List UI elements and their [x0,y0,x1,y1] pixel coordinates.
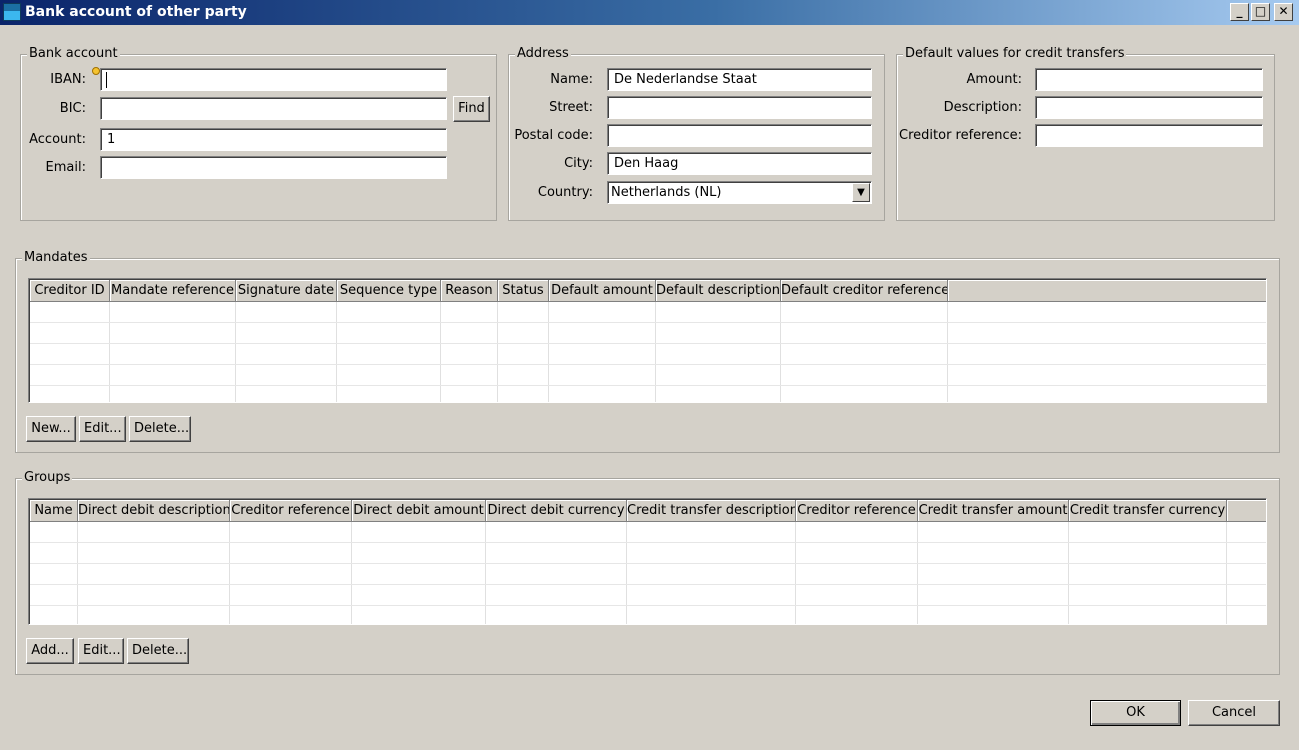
column-header[interactable]: Signature date [236,280,337,302]
table-row[interactable] [30,344,1266,365]
ok-button[interactable]: OK [1090,700,1181,726]
iban-input[interactable] [100,68,447,91]
creditor-reference-label: Creditor reference: [899,128,1022,143]
table-row[interactable] [30,564,1266,585]
bic-label: BIC: [59,101,86,116]
column-header[interactable]: Reason [441,280,498,302]
amount-label: Amount: [966,72,1022,87]
street-label: Street: [549,100,593,115]
column-header[interactable]: Credit transfer description [627,500,796,522]
country-select[interactable]: Netherlands (NL) ▼ [607,181,872,204]
table-row[interactable] [30,386,1266,402]
column-header[interactable]: Direct debit description [78,500,230,522]
chevron-down-icon[interactable]: ▼ [852,183,870,202]
table-row[interactable] [30,522,1266,543]
column-header[interactable]: Default creditor reference [781,280,948,302]
postal-code-label: Postal code: [514,128,593,143]
address-legend: Address [515,46,571,62]
close-button[interactable]: ✕ [1274,3,1293,21]
default-values-legend: Default values for credit transfers [903,46,1127,62]
groups-table[interactable]: Name Direct debit description Creditor r… [28,498,1267,625]
name-input[interactable]: De Nederlandse Staat [607,68,872,91]
column-header[interactable]: Default amount [549,280,656,302]
street-input[interactable] [607,96,872,119]
edit-mandate-button[interactable]: Edit... [79,416,126,442]
warning-icon [92,67,100,75]
delete-group-button[interactable]: Delete... [127,638,189,664]
new-mandate-button[interactable]: New... [26,416,76,442]
column-header[interactable]: Name [30,500,78,522]
column-header[interactable]: Direct debit amount [352,500,486,522]
city-label: City: [564,156,593,171]
email-input[interactable] [100,156,447,179]
window-title: Bank account of other party [25,4,247,20]
add-group-button[interactable]: Add... [26,638,74,664]
table-row[interactable] [30,302,1266,323]
groups-table-body[interactable] [30,522,1266,624]
column-header-filler [1227,500,1266,522]
table-row[interactable] [30,543,1266,564]
text-caret [106,72,107,88]
account-input[interactable]: 1 [100,128,447,151]
description-label: Description: [943,100,1022,115]
mandates-table-body[interactable] [30,302,1266,402]
mandates-table-header: Creditor ID Mandate reference Signature … [30,280,1266,302]
find-button[interactable]: Find [453,96,490,122]
account-label: Account: [29,132,86,147]
table-row[interactable] [30,585,1266,606]
column-header[interactable]: Creditor ID [30,280,110,302]
amount-input[interactable] [1035,68,1263,91]
column-header[interactable]: Direct debit currency [486,500,627,522]
table-row[interactable] [30,323,1266,344]
column-header[interactable]: Creditor reference [230,500,352,522]
country-label: Country: [537,185,593,200]
postal-code-input[interactable] [607,124,872,147]
email-label: Email: [45,160,86,175]
description-input[interactable] [1035,96,1263,119]
column-header[interactable]: Status [498,280,549,302]
column-header[interactable]: Creditor reference [796,500,918,522]
column-header[interactable]: Credit transfer currency [1069,500,1227,522]
maximize-button[interactable]: □ [1251,3,1270,21]
delete-mandate-button[interactable]: Delete... [129,416,191,442]
mandates-table[interactable]: Creditor ID Mandate reference Signature … [28,278,1267,403]
mandates-legend: Mandates [22,250,90,266]
table-row[interactable] [30,606,1266,624]
minimize-button[interactable]: _ [1230,3,1249,21]
creditor-reference-input[interactable] [1035,124,1263,147]
groups-table-header: Name Direct debit description Creditor r… [30,500,1266,522]
title-bar[interactable]: Bank account of other party _ □ ✕ [0,0,1299,25]
edit-group-button[interactable]: Edit... [78,638,124,664]
column-header[interactable]: Default description [656,280,781,302]
table-row[interactable] [30,365,1266,386]
groups-legend: Groups [22,470,73,486]
bic-input[interactable] [100,97,447,120]
app-icon [3,3,21,21]
bank-account-legend: Bank account [27,46,120,62]
cancel-button[interactable]: Cancel [1188,700,1280,726]
country-value: Netherlands (NL) [611,185,722,200]
column-header[interactable]: Sequence type [337,280,441,302]
column-header[interactable]: Credit transfer amount [918,500,1069,522]
name-label: Name: [550,72,593,87]
column-header[interactable]: Mandate reference [110,280,236,302]
iban-label: IBAN: [50,72,86,87]
city-input[interactable]: Den Haag [607,152,872,175]
column-header-filler [948,280,1266,302]
